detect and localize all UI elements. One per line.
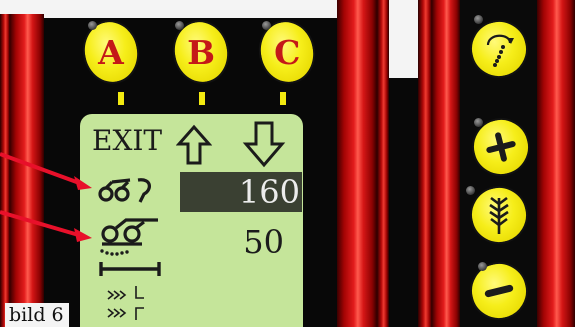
- wheel-rake-icon: [100, 218, 158, 256]
- rotate-led: [474, 15, 483, 24]
- right-inner-rail: [418, 0, 432, 327]
- key-a-label: A: [98, 32, 124, 72]
- plus-icon: [486, 132, 516, 162]
- minus-icon: [484, 284, 514, 298]
- down-arrow-icon[interactable]: [242, 120, 286, 168]
- exit-label[interactable]: EXIT: [92, 124, 162, 157]
- crop-led: [466, 186, 475, 195]
- minus-led: [478, 262, 487, 271]
- key-b-led: [175, 21, 184, 30]
- center-rail-edge: [377, 0, 389, 327]
- key-c-pointer: [280, 92, 286, 105]
- key-a-led: [88, 21, 97, 30]
- key-b-pointer: [199, 92, 205, 105]
- width-bracket-icon: [99, 262, 161, 276]
- gap-white: [389, 0, 419, 78]
- speed-steps-icon: [107, 286, 144, 320]
- rotate-dots-icon: [486, 34, 514, 67]
- plus-led: [474, 118, 483, 127]
- pointer-arrow-1: [0, 152, 92, 190]
- right-rail: [537, 0, 575, 327]
- control-panel: A B C EXIT 160 50 bild 6: [0, 0, 575, 327]
- wheat-ear-icon: [489, 196, 509, 234]
- row1-value: 160: [238, 173, 300, 211]
- center-rail: [337, 0, 377, 327]
- pointer-arrow-2: [0, 210, 92, 242]
- key-c-label: C: [273, 32, 301, 72]
- key-c-led: [262, 21, 271, 30]
- tine-spring-icon: [98, 178, 151, 203]
- row2-value: 50: [243, 223, 284, 261]
- right-rail-left: [432, 0, 460, 327]
- key-a-pointer: [118, 92, 124, 105]
- figure-caption: bild 6: [5, 303, 69, 327]
- up-arrow-icon[interactable]: [176, 124, 212, 166]
- key-b-label: B: [187, 32, 215, 72]
